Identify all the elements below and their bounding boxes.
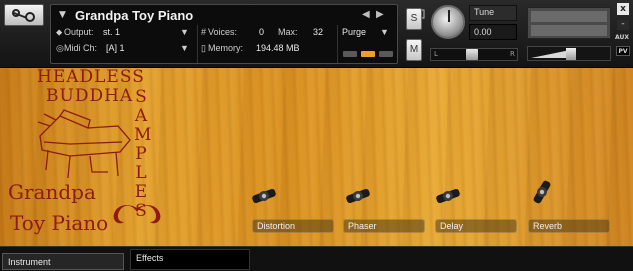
purge-menu[interactable]: Purge — [342, 27, 366, 37]
brand-line-2: BUDDHA — [46, 86, 134, 106]
cpu-meter — [343, 51, 397, 57]
effect-label-reverb: Reverb — [528, 219, 610, 233]
instrument-menu-arrow-icon[interactable]: ▼ — [59, 10, 66, 20]
pv-button[interactable]: PV — [616, 46, 630, 56]
wrench-button[interactable] — [4, 4, 44, 26]
tune-knob[interactable] — [431, 5, 465, 39]
product-name-line-1: Grandpa — [8, 180, 96, 204]
pan-right-label: R — [510, 50, 515, 58]
effect-label-phaser: Phaser — [343, 219, 425, 233]
previous-instrument-icon[interactable]: ◀ — [362, 9, 370, 20]
brand-line-1: HEADLESS — [37, 67, 145, 87]
max-voices-field[interactable]: 32 — [313, 27, 323, 37]
toggle-switch-reverb[interactable] — [526, 176, 558, 208]
bottom-tab-bar: Instrument Effects — [0, 246, 633, 271]
tab-instrument[interactable]: Instrument — [2, 253, 124, 270]
max-voices-label: Max: — [278, 27, 298, 37]
output-dropdown-icon[interactable]: ▼ — [180, 27, 189, 37]
divider — [337, 25, 338, 63]
midi-channel-select[interactable]: [A] 1 — [106, 43, 125, 53]
toggle-switch-phaser[interactable] — [342, 180, 374, 212]
midi-channel-label: Midi Ch: — [64, 43, 98, 53]
aux-button[interactable]: AUX — [615, 34, 629, 41]
midi-dropdown-icon[interactable]: ▼ — [180, 43, 189, 53]
next-instrument-icon[interactable]: ▶ — [376, 9, 384, 20]
product-name-line-2: Toy Piano — [10, 211, 109, 235]
memory-label: Memory: — [208, 43, 244, 53]
divider — [197, 25, 198, 63]
output-label: Output: — [64, 27, 94, 37]
minimize-button[interactable]: - — [617, 20, 629, 30]
memory-icon: ▯ — [201, 43, 206, 53]
toggle-switch-delay[interactable] — [432, 180, 464, 212]
purge-dropdown-icon[interactable]: ▼ — [380, 27, 389, 37]
instrument-title[interactable]: Grandpa Toy Piano — [75, 8, 193, 23]
voices-label: Voices: — [208, 27, 238, 37]
pan-left-label: L — [434, 50, 438, 58]
instrument-info-panel: ▼ Grandpa Toy Piano ◀ ▶ ⬥ Output: st. 1 … — [50, 4, 425, 64]
brand-vertical-letter: S — [135, 87, 147, 107]
voices-icon: # — [201, 27, 207, 37]
tune-label: Tune — [474, 7, 495, 17]
effect-label-distortion: Distortion — [252, 219, 334, 233]
tune-value[interactable]: 0.00 — [474, 27, 492, 37]
instrument-header: ▼ Grandpa Toy Piano ◀ ▶ ⬥ Output: st. 1 … — [0, 0, 633, 68]
solo-button[interactable]: S — [406, 8, 422, 30]
pan-slider-thumb[interactable] — [466, 49, 478, 60]
voices-value: 0 — [259, 27, 265, 37]
grand-piano-illustration — [37, 109, 131, 179]
wrench-icon — [12, 9, 35, 22]
tab-effects[interactable]: Effects — [130, 249, 250, 270]
output-icon: ⬥ — [56, 27, 63, 37]
volume-slider-thumb[interactable] — [566, 48, 576, 60]
toggle-switch-distortion[interactable] — [248, 180, 280, 212]
output-select[interactable]: st. 1 — [103, 27, 120, 37]
output-level-meter — [527, 7, 611, 39]
midi-icon: ◎ — [56, 43, 64, 53]
mustache-icon — [113, 205, 161, 224]
close-button[interactable]: x — [617, 3, 629, 15]
kontakt-instrument-panel: ▼ Grandpa Toy Piano ◀ ▶ ⬥ Output: st. 1 … — [0, 0, 633, 271]
effect-label-delay: Delay — [435, 219, 517, 233]
memory-value: 194.48 MB — [256, 43, 300, 53]
mute-button[interactable]: M — [406, 39, 422, 61]
